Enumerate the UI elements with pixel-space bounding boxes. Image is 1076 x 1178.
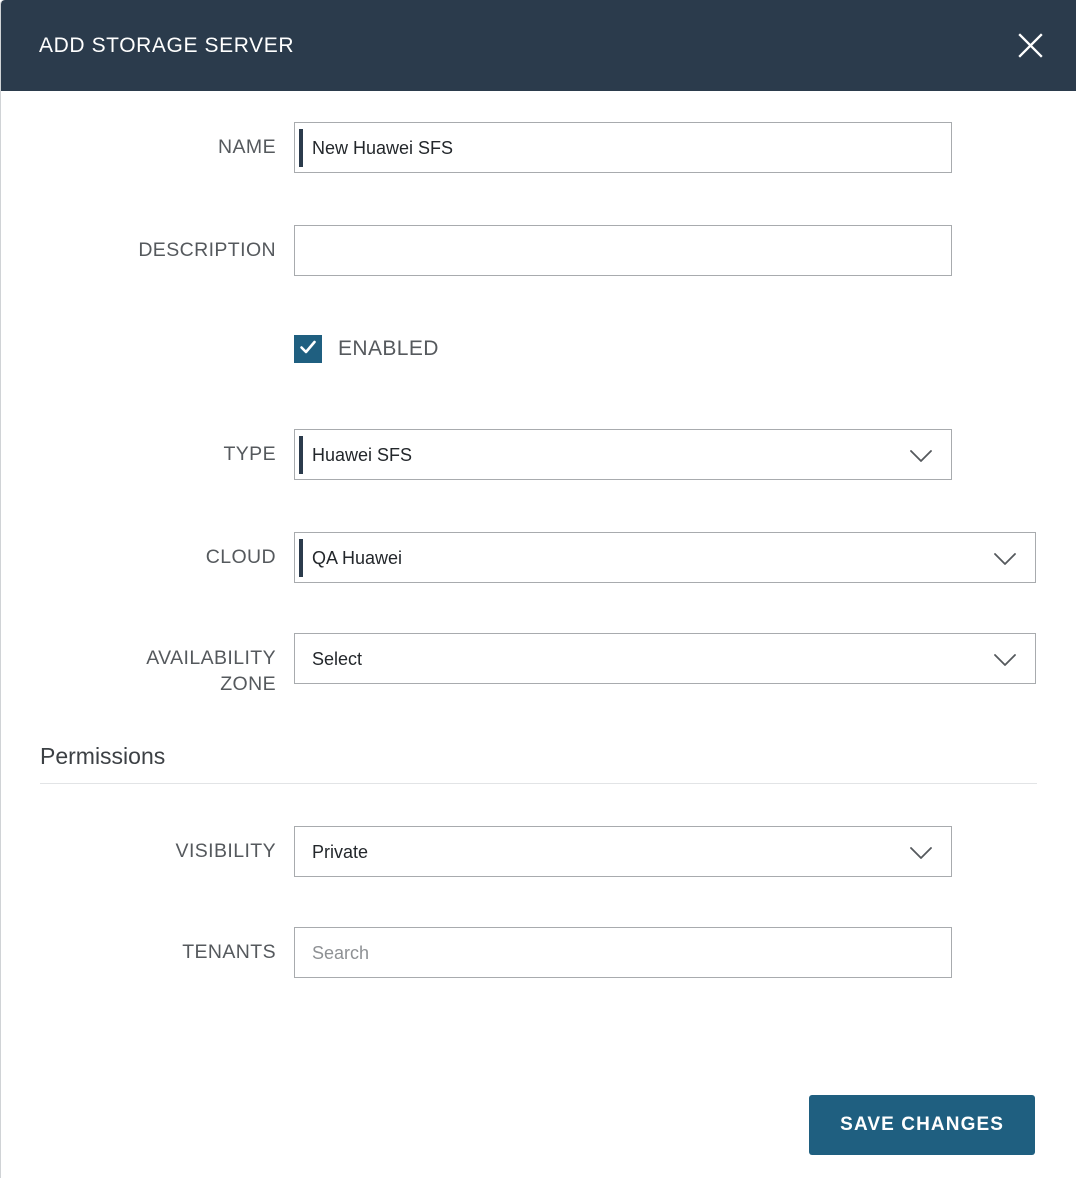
name-input-value: New Huawei SFS: [312, 137, 454, 158]
type-select-value: Huawei SFS: [312, 444, 413, 465]
visibility-select[interactable]: Private: [294, 826, 952, 877]
tenants-search-placeholder: Search: [312, 942, 370, 963]
availability-zone-select[interactable]: Select: [294, 633, 1036, 684]
chevron-down-icon: [994, 552, 1016, 565]
description-label: DESCRIPTION: [138, 239, 276, 261]
tenants-search-input[interactable]: Search: [294, 927, 952, 978]
required-accent-bar: [299, 539, 303, 577]
availability-zone-select-value: Select: [312, 648, 363, 669]
field-row-description: DESCRIPTION: [39, 225, 952, 276]
checkmark-icon: [298, 337, 318, 362]
cloud-label: CLOUD: [205, 546, 276, 568]
save-changes-button[interactable]: SAVE CHANGES: [809, 1095, 1035, 1155]
chevron-down-icon: [910, 846, 932, 859]
availability-zone-label: AVAILABILITY ZONE: [146, 647, 276, 695]
field-row-cloud: CLOUD QA Huawei: [39, 532, 1036, 583]
name-label: NAME: [218, 136, 276, 158]
cloud-select-value: QA Huawei: [312, 547, 403, 568]
section-divider: [40, 783, 1037, 784]
field-row-availability-zone: AVAILABILITY ZONE Select: [39, 633, 1036, 697]
required-accent-bar: [299, 129, 303, 167]
description-input[interactable]: [294, 225, 952, 276]
dialog-title: ADD STORAGE SERVER: [39, 33, 295, 57]
dialog-body: NAME New Huawei SFS DESCRIPTION ENABLED …: [1, 91, 1076, 1178]
enabled-label: ENABLED: [338, 337, 439, 360]
permissions-section: Permissions: [40, 741, 1037, 784]
visibility-label: VISIBILITY: [175, 840, 276, 862]
field-row-tenants: TENANTS Search: [39, 927, 952, 978]
field-row-visibility: VISIBILITY Private: [39, 826, 952, 877]
dialog-footer: SAVE CHANGES: [1, 1095, 1076, 1155]
required-accent-bar: [299, 436, 303, 474]
field-row-type: TYPE Huawei SFS: [39, 429, 952, 480]
cloud-select[interactable]: QA Huawei: [294, 532, 1036, 583]
enabled-checkbox[interactable]: [294, 335, 322, 363]
permissions-section-title: Permissions: [40, 743, 166, 769]
name-input[interactable]: New Huawei SFS: [294, 122, 952, 173]
close-button[interactable]: [1009, 25, 1051, 67]
field-row-name: NAME New Huawei SFS: [39, 122, 952, 173]
close-icon: [1017, 32, 1044, 59]
add-storage-server-dialog: ADD STORAGE SERVER NAME New Huawei SFS D…: [0, 0, 1076, 1178]
type-select[interactable]: Huawei SFS: [294, 429, 952, 480]
type-label: TYPE: [223, 443, 276, 465]
dialog-header: ADD STORAGE SERVER: [1, 0, 1076, 91]
field-row-enabled: ENABLED: [294, 335, 439, 363]
chevron-down-icon: [910, 449, 932, 462]
chevron-down-icon: [994, 653, 1016, 666]
visibility-select-value: Private: [312, 841, 369, 862]
tenants-label: TENANTS: [182, 941, 276, 963]
